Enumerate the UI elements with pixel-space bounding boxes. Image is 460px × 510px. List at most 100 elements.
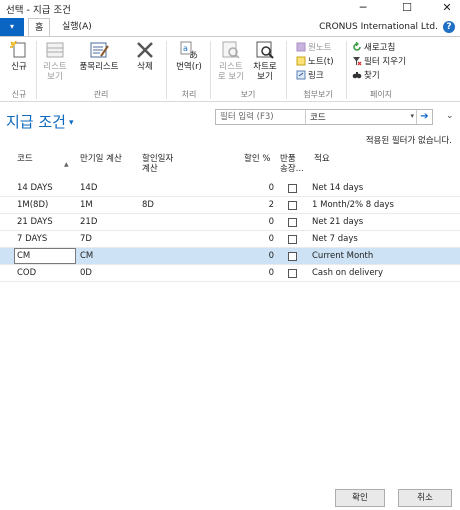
group-view-label: 보기 bbox=[240, 90, 256, 99]
cell-description[interactable]: Cash on delivery bbox=[312, 268, 383, 278]
cell-description[interactable]: Net 7 days bbox=[312, 234, 358, 244]
arrow-right-icon[interactable]: ➔ bbox=[416, 110, 432, 124]
report-view-label-1: 리스트 bbox=[219, 62, 243, 72]
cell-discount-pct[interactable]: 0 bbox=[244, 183, 274, 193]
table-row[interactable]: COD 0D 0 Cash on delivery bbox=[0, 265, 460, 282]
cell-discount-pct[interactable]: 2 bbox=[244, 200, 274, 210]
cell-description[interactable]: 1 Month/2% 8 days bbox=[312, 200, 394, 210]
edit-list-icon bbox=[90, 42, 109, 58]
title-bar: 선택 - 지급 조건 ─ ☐ ✕ bbox=[0, 0, 460, 16]
credit-memo-checkbox[interactable] bbox=[288, 252, 297, 261]
group-separator bbox=[166, 41, 167, 99]
links-button[interactable]: 링크 bbox=[296, 70, 324, 82]
delete-button[interactable]: 삭제 bbox=[132, 40, 158, 72]
report-view-label-2: 로 보기 bbox=[217, 72, 245, 82]
header-discount-pct[interactable]: 할인 % bbox=[244, 154, 270, 164]
cell-code-editing[interactable]: CM bbox=[14, 248, 76, 264]
cell-due-calc[interactable]: 14D bbox=[80, 183, 97, 193]
sort-ascending-icon: ▲ bbox=[64, 161, 69, 168]
cell-description[interactable]: Net 14 days bbox=[312, 183, 363, 193]
table-row[interactable]: 1M(8D) 1M 8D 2 1 Month/2% 8 days bbox=[0, 197, 460, 214]
onenote-button[interactable]: 원노트 bbox=[296, 42, 331, 54]
chevron-down-icon[interactable]: ▾ bbox=[410, 112, 414, 120]
group-separator bbox=[210, 41, 211, 99]
chevron-down-icon: ▾ bbox=[68, 118, 74, 128]
credit-memo-checkbox[interactable] bbox=[288, 235, 297, 244]
header-credit-memo-line2: 송장... bbox=[280, 164, 304, 174]
edit-list-button[interactable]: 품목리스트 bbox=[74, 40, 124, 72]
header-discount-date-calc-line1: 할인일자 bbox=[142, 154, 174, 164]
report-view-button[interactable]: 리스트 로 보기 bbox=[214, 40, 248, 82]
cell-discount-pct[interactable]: 0 bbox=[244, 251, 274, 261]
refresh-label: 새로고침 bbox=[364, 43, 396, 53]
table-row[interactable]: 21 DAYS 21D 0 Net 21 days bbox=[0, 214, 460, 231]
group-page-label: 페이지 bbox=[369, 90, 393, 99]
clear-filter-icon bbox=[353, 57, 362, 66]
header-credit-memo-line1: 반품 bbox=[280, 154, 296, 164]
group-separator bbox=[286, 41, 287, 99]
credit-memo-checkbox[interactable] bbox=[288, 201, 297, 210]
clear-filter-button[interactable]: 필터 지우기 bbox=[352, 56, 406, 68]
chart-view-icon bbox=[256, 41, 274, 59]
translate-button[interactable]: a あ 번역(r) bbox=[172, 40, 206, 72]
header-description[interactable]: 적요 bbox=[314, 154, 330, 164]
cell-code[interactable]: 1M(8D) bbox=[17, 200, 48, 210]
cell-due-calc[interactable]: CM bbox=[80, 251, 93, 261]
header-discount-date-calc[interactable]: 할인일자 계산 bbox=[142, 154, 173, 174]
maximize-button[interactable]: ☐ bbox=[392, 0, 422, 16]
edit-list-label: 품목리스트 bbox=[79, 62, 119, 72]
credit-memo-checkbox[interactable] bbox=[288, 269, 297, 278]
cell-code[interactable]: 7 DAYS bbox=[17, 234, 47, 244]
company-name[interactable]: CRONUS International Ltd. bbox=[319, 18, 438, 36]
cell-discount-pct[interactable]: 0 bbox=[244, 268, 274, 278]
ok-button[interactable]: 확인 bbox=[335, 489, 385, 507]
collapse-chevron-icon[interactable]: ⌄ bbox=[446, 111, 454, 121]
filter-input[interactable] bbox=[216, 110, 306, 124]
cancel-button[interactable]: 취소 bbox=[398, 489, 452, 507]
refresh-button[interactable]: 새로고침 bbox=[352, 42, 395, 54]
filter-field-select[interactable]: 코드 bbox=[310, 111, 326, 123]
credit-memo-checkbox[interactable] bbox=[288, 218, 297, 227]
cell-due-calc[interactable]: 7D bbox=[80, 234, 92, 244]
chart-view-button[interactable]: 차트로 보기 bbox=[250, 40, 280, 82]
onenote-icon bbox=[296, 42, 306, 52]
delete-label: 삭제 bbox=[137, 62, 153, 72]
refresh-icon bbox=[353, 42, 361, 51]
chart-view-label-1: 차트로 bbox=[253, 62, 277, 72]
header-calc-credit-memos[interactable]: 반품 송장... bbox=[280, 154, 304, 174]
group-separator bbox=[36, 41, 37, 99]
new-button[interactable]: 신규 bbox=[6, 40, 32, 72]
cell-code[interactable]: COD bbox=[17, 268, 36, 278]
cell-code[interactable]: 14 DAYS bbox=[17, 183, 53, 193]
header-due-date-calc[interactable]: 만기일 계산 bbox=[80, 154, 122, 164]
close-button[interactable]: ✕ bbox=[432, 0, 460, 16]
cell-due-calc[interactable]: 21D bbox=[80, 217, 97, 227]
clear-filter-label: 필터 지우기 bbox=[364, 57, 406, 67]
cell-due-calc[interactable]: 0D bbox=[80, 268, 92, 278]
minimize-button[interactable]: ─ bbox=[348, 0, 378, 16]
table-row-selected[interactable]: CM CM 0 Current Month bbox=[0, 248, 460, 265]
cell-discount-pct[interactable]: 0 bbox=[244, 234, 274, 244]
tab-home[interactable]: 홈 bbox=[28, 18, 51, 37]
translate-label: 번역(r) bbox=[176, 62, 202, 72]
cell-code[interactable]: 21 DAYS bbox=[17, 217, 53, 227]
cell-description[interactable]: Net 21 days bbox=[312, 217, 363, 227]
table-row[interactable]: 14 DAYS 14D 0 Net 14 days bbox=[0, 180, 460, 197]
cell-description[interactable]: Current Month bbox=[312, 251, 373, 261]
no-filter-text: 적용된 필터가 없습니다. bbox=[365, 136, 452, 146]
credit-memo-checkbox[interactable] bbox=[288, 184, 297, 193]
chart-view-label-2: 보기 bbox=[257, 72, 273, 82]
header-code[interactable]: 코드 bbox=[17, 154, 33, 164]
file-menu-button[interactable]: ▾ bbox=[0, 18, 24, 36]
notes-button[interactable]: 노트(t) bbox=[296, 56, 334, 68]
find-button[interactable]: 찾기 bbox=[352, 70, 380, 82]
cell-discount-pct[interactable]: 0 bbox=[244, 217, 274, 227]
table-row[interactable]: 7 DAYS 7D 0 Net 7 days bbox=[0, 231, 460, 248]
page-title[interactable]: 지급 조건 ▾ bbox=[6, 111, 74, 132]
help-icon[interactable]: ? bbox=[443, 21, 455, 33]
binoculars-icon bbox=[352, 72, 362, 79]
list-view-button[interactable]: 리스트 보기 bbox=[40, 40, 70, 82]
cell-discount-date-calc[interactable]: 8D bbox=[142, 200, 154, 210]
cell-due-calc[interactable]: 1M bbox=[80, 200, 93, 210]
tab-actions[interactable]: 실행(A) bbox=[56, 18, 98, 36]
